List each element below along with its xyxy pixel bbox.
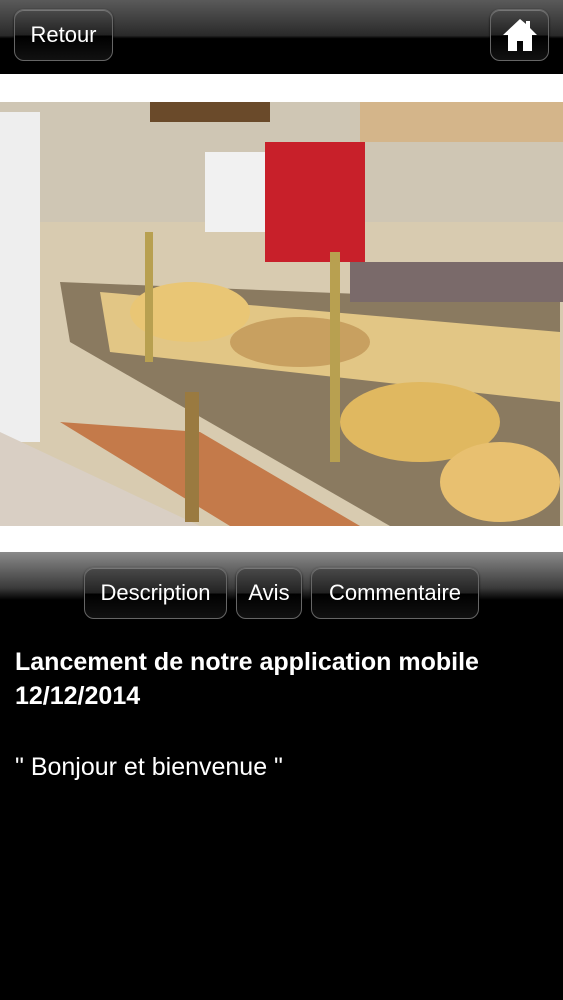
back-button[interactable]: Retour	[14, 9, 113, 61]
home-button[interactable]	[490, 9, 549, 61]
top-navigation-bar: Retour	[0, 0, 563, 74]
headline-date: 12/12/2014	[15, 682, 141, 710]
tab-description[interactable]: Description	[84, 567, 227, 619]
description-content: Lancement de notre application mobile 12…	[15, 645, 550, 784]
tab-commentaire[interactable]: Commentaire	[311, 567, 479, 619]
home-icon	[502, 19, 537, 51]
tabs-bar: Description Avis Commentaire	[0, 552, 563, 632]
bakery-photo	[0, 102, 563, 598]
photo-frame: f	[0, 74, 563, 627]
headline: Lancement de notre application mobile 12…	[15, 645, 550, 713]
bakery-display-image	[0, 102, 563, 526]
tab-avis[interactable]: Avis	[236, 567, 302, 619]
headline-line-1: Lancement de notre application mobile	[15, 648, 479, 676]
welcome-message: " Bonjour et bienvenue "	[15, 753, 283, 781]
